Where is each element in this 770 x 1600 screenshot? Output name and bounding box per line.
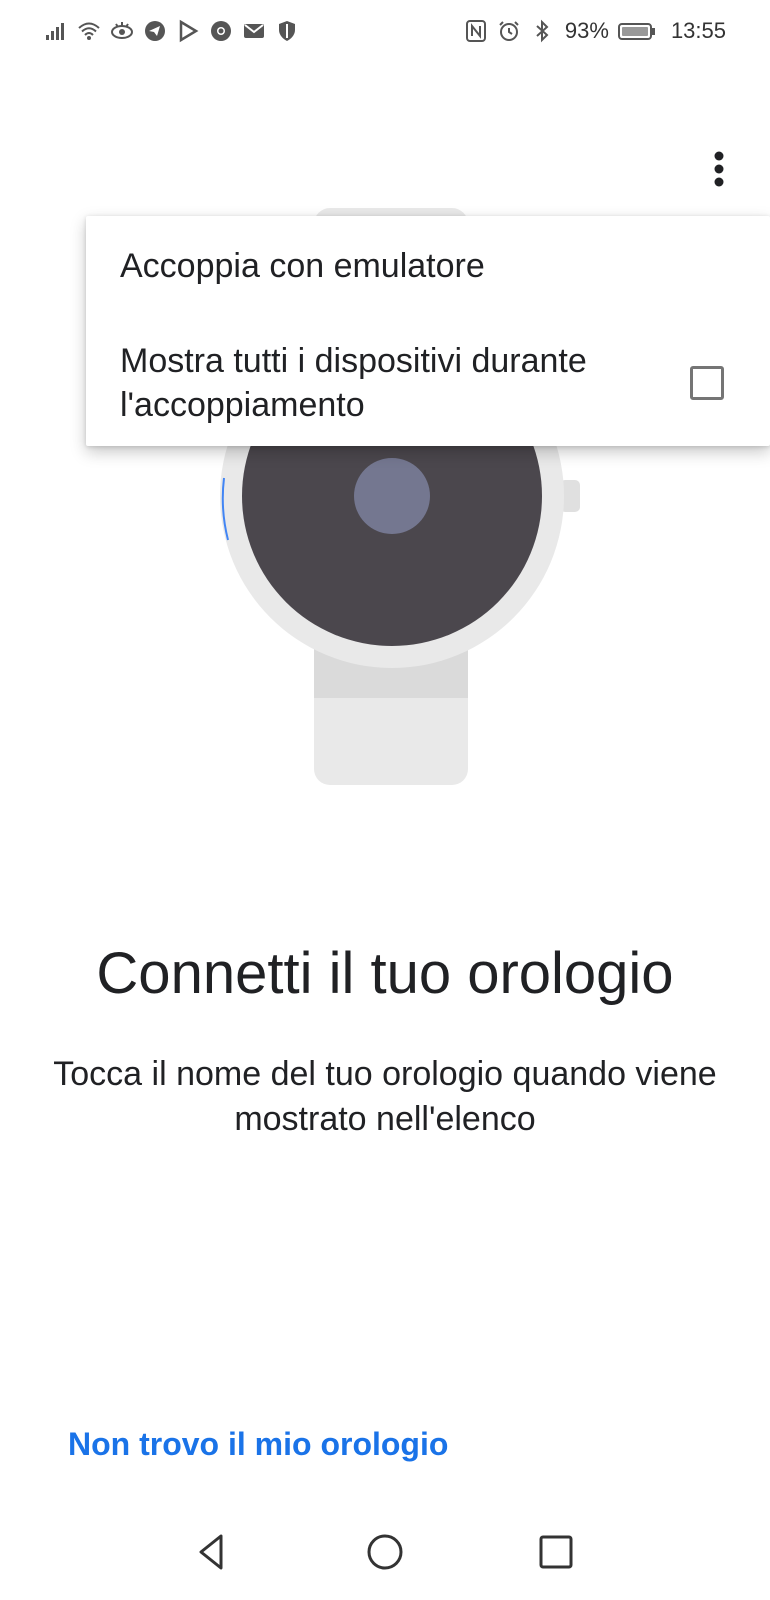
menu-item-pair-emulator-label: Accoppia con emulatore	[120, 246, 485, 285]
back-button[interactable]	[189, 1528, 237, 1576]
page-title: Connetti il tuo orologio	[96, 941, 674, 1006]
overflow-menu: Accoppia con emulatore Mostra tutti i di…	[86, 216, 770, 446]
recents-button[interactable]	[532, 1528, 580, 1576]
page-subtitle: Tocca il nome del tuo orologio quando vi…	[53, 1055, 717, 1138]
menu-item-show-all-devices-label: Mostra tutti i dispositivi durante l'acc…	[120, 342, 587, 424]
navigation-bar	[0, 1512, 770, 1592]
cant-find-watch-link[interactable]: Non trovo il mio orologio	[68, 1426, 448, 1463]
home-button[interactable]	[361, 1528, 409, 1576]
more-options-button[interactable]	[694, 144, 744, 194]
recents-icon	[539, 1535, 573, 1569]
back-icon	[199, 1534, 223, 1570]
more-vert-icon	[714, 151, 724, 187]
home-icon	[367, 1534, 403, 1570]
menu-item-pair-emulator[interactable]: Accoppia con emulatore	[86, 216, 770, 316]
show-all-devices-checkbox[interactable]	[690, 366, 724, 400]
screen: 93% 13:55 Accoppia con emulatore Mostra …	[0, 0, 770, 1600]
watch-center-dot	[354, 458, 430, 534]
menu-item-show-all-devices[interactable]: Mostra tutti i dispositivi durante l'acc…	[86, 320, 770, 446]
